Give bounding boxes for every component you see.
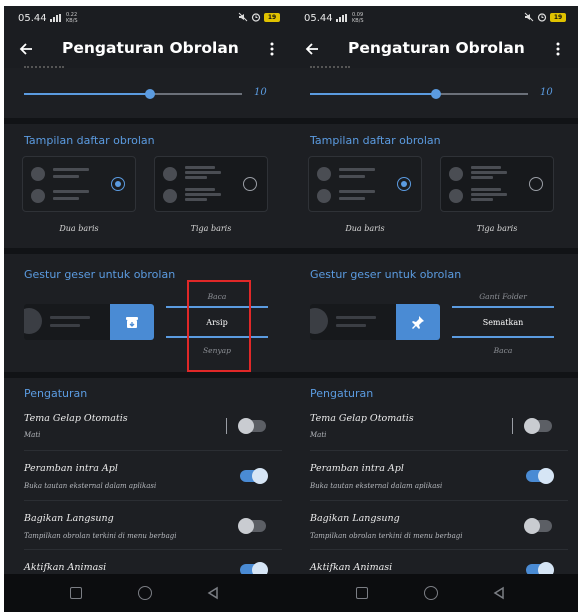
- picker-option-selected[interactable]: Sematkan: [452, 318, 554, 327]
- status-bar: 05.44 0.09 KB/S 19: [290, 6, 578, 30]
- page-title: Pengaturan Obrolan: [348, 39, 525, 57]
- radio-two-lines[interactable]: [397, 177, 411, 191]
- toggle-direct-share[interactable]: [524, 518, 552, 534]
- toggle-in-app-browser[interactable]: [526, 468, 554, 484]
- option-two-lines[interactable]: [308, 156, 422, 212]
- section-title-swipe: Gestur geser untuk obrolan: [24, 268, 176, 281]
- option-two-lines[interactable]: [22, 156, 136, 212]
- slider-fill: [24, 93, 150, 95]
- setting-title: Bagikan Langsung: [310, 513, 400, 524]
- label-three-lines: Tiga baris: [476, 224, 518, 233]
- system-nav-bar: [290, 574, 578, 612]
- slider-value: 10: [254, 87, 267, 98]
- screenshot-left: 05.44 0.22 KB/S 19 Pengaturan Obrolan 10 …: [4, 6, 292, 612]
- radio-three-lines[interactable]: [529, 177, 543, 191]
- app-bar: Pengaturan Obrolan: [4, 30, 292, 68]
- picker-option[interactable]: Ganti Folder: [452, 292, 554, 301]
- setting-title: Bagikan Langsung: [24, 513, 114, 524]
- signal-icon: [50, 14, 64, 22]
- setting-title: Peramban intra Apl: [24, 463, 118, 474]
- toggle-auto-dark-theme[interactable]: [238, 418, 266, 434]
- section-title-list: Tampilan daftar obrolan: [24, 134, 155, 147]
- label-two-lines: Dua baris: [345, 224, 385, 233]
- section-title-swipe: Gestur geser untuk obrolan: [310, 268, 462, 281]
- setting-subtitle: Tampilkan obrolan terkini di menu berbag…: [24, 532, 177, 540]
- nav-back-icon[interactable]: [492, 586, 506, 600]
- option-three-lines[interactable]: [154, 156, 268, 212]
- swipe-action-archive: [110, 304, 154, 340]
- home-icon[interactable]: [424, 586, 438, 600]
- status-bar: 05.44 0.22 KB/S 19: [4, 6, 292, 30]
- pin-icon: [412, 316, 424, 329]
- slider-fill: [310, 93, 436, 95]
- setting-title: Tema Gelap Otomatis: [24, 413, 128, 424]
- setting-title: Aktifkan Animasi: [310, 562, 393, 573]
- status-time: 05.44: [18, 13, 47, 24]
- battery-icon: 19: [264, 12, 280, 22]
- alarm-icon: [251, 13, 261, 22]
- setting-subtitle: Buka tautan eksternal dalam aplikasi: [310, 482, 443, 490]
- toggle-direct-share[interactable]: [238, 518, 266, 534]
- setting-subtitle: Mati: [24, 431, 41, 439]
- mute-icon: [524, 12, 534, 22]
- swipe-action-pin: [396, 304, 440, 340]
- more-vert-icon[interactable]: [550, 41, 566, 57]
- alarm-icon: [537, 13, 547, 22]
- back-arrow-icon[interactable]: [304, 41, 320, 57]
- slider-thumb[interactable]: [145, 89, 155, 99]
- status-time: 05.44: [304, 13, 333, 24]
- setting-subtitle: Tampilkan obrolan terkini di menu berbag…: [310, 532, 463, 540]
- back-arrow-icon[interactable]: [18, 41, 34, 57]
- radio-three-lines[interactable]: [243, 177, 257, 191]
- recents-icon[interactable]: [70, 587, 82, 599]
- recents-icon[interactable]: [356, 587, 368, 599]
- app-bar: Pengaturan Obrolan: [290, 30, 578, 68]
- picker-option[interactable]: Baca: [452, 346, 554, 355]
- page-title: Pengaturan Obrolan: [62, 39, 239, 57]
- setting-subtitle: Mati: [310, 431, 327, 439]
- toggle-in-app-browser[interactable]: [240, 468, 268, 484]
- archive-icon: [126, 317, 138, 328]
- setting-title: Tema Gelap Otomatis: [310, 413, 414, 424]
- screenshot-right: 05.44 0.09 KB/S 19 Pengaturan Obrolan 10 …: [290, 6, 578, 612]
- network-speed: 0.22 KB/S: [66, 12, 78, 24]
- home-icon[interactable]: [138, 586, 152, 600]
- setting-subtitle: Buka tautan eksternal dalam aplikasi: [24, 482, 157, 490]
- radio-two-lines[interactable]: [111, 177, 125, 191]
- cutoff-label: [310, 66, 350, 70]
- section-title-list: Tampilan daftar obrolan: [310, 134, 441, 147]
- slider-value: 10: [540, 87, 553, 98]
- battery-icon: 19: [550, 12, 566, 22]
- label-two-lines: Dua baris: [59, 224, 99, 233]
- nav-back-icon[interactable]: [206, 586, 220, 600]
- slider-thumb[interactable]: [431, 89, 441, 99]
- label-three-lines: Tiga baris: [190, 224, 232, 233]
- toggle-auto-dark-theme[interactable]: [524, 418, 552, 434]
- network-speed: 0.09 KB/S: [352, 12, 364, 24]
- highlight-annotation: [187, 280, 251, 372]
- signal-icon: [336, 14, 350, 22]
- mute-icon: [238, 12, 248, 22]
- setting-title: Peramban intra Apl: [310, 463, 404, 474]
- cutoff-label: [24, 66, 64, 70]
- section-title-settings: Pengaturan: [310, 387, 374, 400]
- system-nav-bar: [4, 574, 292, 612]
- section-title-settings: Pengaturan: [24, 387, 88, 400]
- more-vert-icon[interactable]: [264, 41, 280, 57]
- setting-title: Aktifkan Animasi: [24, 562, 107, 573]
- option-three-lines[interactable]: [440, 156, 554, 212]
